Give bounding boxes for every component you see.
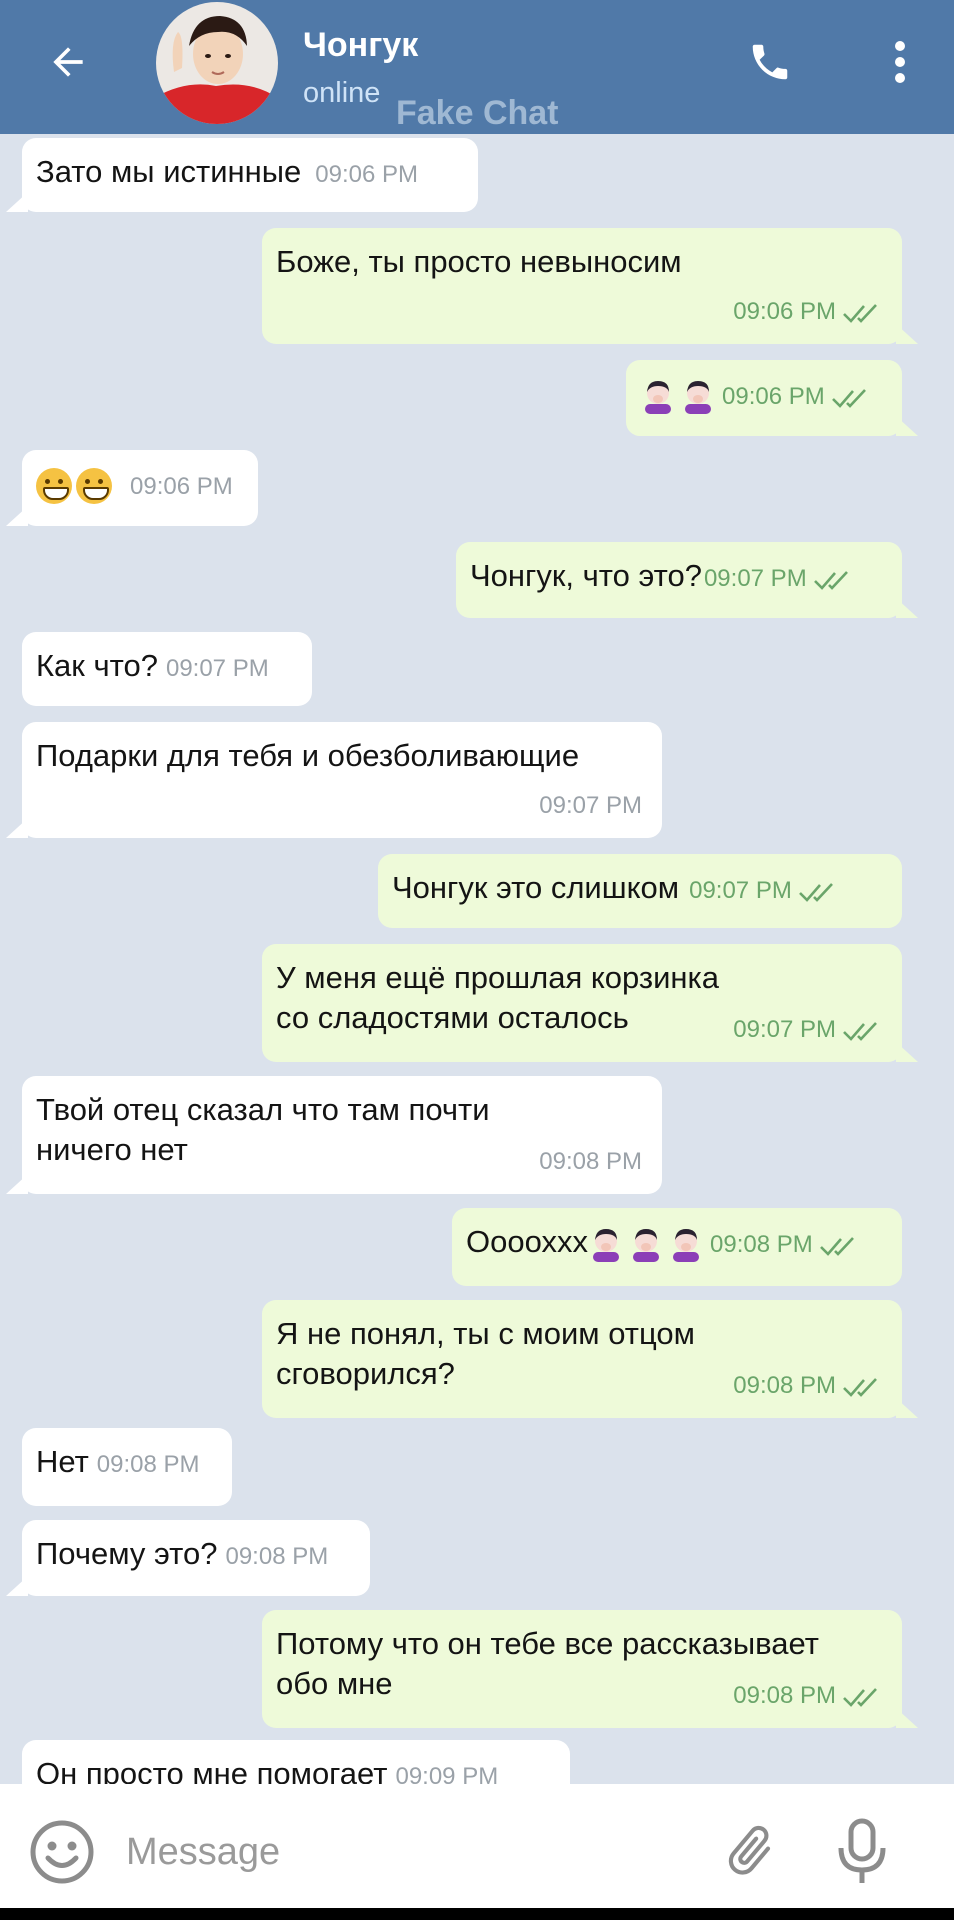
message-incoming[interactable]: Как что? 09:07 PM <box>22 632 312 706</box>
microphone-button[interactable] <box>824 1814 900 1890</box>
message-time: 09:08 PM <box>733 1372 836 1399</box>
watermark: Fake Chat <box>396 94 559 132</box>
arrow-left-icon <box>53 47 83 77</box>
message-incoming[interactable]: Почему это? 09:08 PM <box>6 1520 370 1596</box>
message-time: 09:07 PM <box>703 565 807 592</box>
message-text: Почему это? <box>36 1536 218 1571</box>
message-outgoing[interactable]: Чонгук, что это?09:07 PM <box>456 542 918 618</box>
message-time: 09:08 PM <box>710 1231 813 1258</box>
message-input[interactable] <box>126 1824 686 1880</box>
double-check-icon <box>819 1236 854 1256</box>
message-text: У меня ещё прошлая корзинка со сладостям… <box>276 960 720 1035</box>
message-outgoing[interactable]: Ооооххх 09:08 PM <box>452 1208 902 1286</box>
chat-header: Чонгук online Fake Chat <box>0 0 954 134</box>
message-outgoing[interactable]: Чонгук это слишком 09:07 PM <box>378 854 902 928</box>
message-incoming[interactable]: 09:06 PM <box>6 450 258 526</box>
face-with-hand-over-mouth-icon <box>645 380 671 414</box>
back-button[interactable] <box>36 30 100 94</box>
message-time: 09:07 PM <box>689 877 792 904</box>
message-incoming[interactable]: Он просто мне помогает 09:09 PM <box>22 1740 570 1784</box>
grinning-face-icon <box>36 467 72 504</box>
message-text: Чонгук, что это? <box>470 558 702 593</box>
message-time: 09:06 PM <box>733 298 836 325</box>
face-with-hand-over-mouth-icon <box>685 380 711 414</box>
chat-area[interactable]: Зато мы истинные 09:06 PM Боже, ты просто… <box>0 134 954 1784</box>
face-with-hand-over-mouth-icon <box>633 1228 659 1262</box>
message-incoming[interactable]: Твой отец сказал что там почти ничего не… <box>6 1076 662 1194</box>
message-time: 09:08 PM <box>539 1148 642 1175</box>
more-vertical-icon <box>895 41 905 83</box>
face-with-hand-over-mouth-icon <box>593 1228 619 1262</box>
message-outgoing[interactable]: Я не понял, ты с моим отцом сговорился? … <box>262 1300 918 1418</box>
message-text: Твой отец сказал что там почти ничего не… <box>36 1092 490 1167</box>
face-with-hand-over-mouth-icon <box>673 1228 699 1262</box>
call-button[interactable] <box>738 30 802 94</box>
contact-avatar[interactable] <box>156 2 278 124</box>
paperclip-icon <box>728 1825 771 1875</box>
message-text: Чонгук это слишком <box>392 870 680 905</box>
double-check-icon <box>843 1377 877 1397</box>
message-time: 09:07 PM <box>539 792 642 819</box>
message-text: Подарки для тебя и обезболивающие <box>36 738 580 773</box>
microphone-icon <box>838 1818 886 1883</box>
grinning-face-icon <box>76 467 112 504</box>
contact-status: online <box>303 77 381 109</box>
menu-button[interactable] <box>876 30 924 94</box>
message-time: 09:08 PM <box>96 1451 200 1478</box>
contact-name[interactable]: Чонгук <box>303 26 418 65</box>
message-text: Нет <box>36 1444 89 1479</box>
message-text: Зато мы истинные <box>36 154 302 189</box>
double-check-icon <box>843 1021 877 1041</box>
attach-button[interactable] <box>712 1814 788 1890</box>
double-check-icon <box>813 570 848 590</box>
message-outgoing[interactable]: Потому что он тебе все рассказывает обо … <box>262 1610 918 1728</box>
message-time: 09:06 PM <box>130 473 233 500</box>
message-time: 09:06 PM <box>315 161 419 188</box>
double-check-icon <box>843 303 877 323</box>
double-check-icon <box>831 388 866 408</box>
message-text: Он просто мне помогает <box>36 1756 388 1784</box>
message-time: 09:09 PM <box>395 1763 499 1784</box>
double-check-icon <box>843 1687 877 1707</box>
message-input-bar <box>0 1784 954 1908</box>
message-time: 09:08 PM <box>733 1682 836 1709</box>
message-text: Боже, ты просто невыносим <box>276 244 682 279</box>
message-incoming[interactable]: Нет 09:08 PM <box>22 1428 232 1506</box>
message-outgoing[interactable]: У меня ещё прошлая корзинка со сладостям… <box>262 944 918 1062</box>
message-text: Ооооххх <box>466 1224 588 1259</box>
message-time: 09:07 PM <box>733 1016 836 1043</box>
emoji-button[interactable] <box>28 1818 96 1886</box>
double-check-icon <box>798 882 833 902</box>
message-time: 09:06 PM <box>722 383 825 410</box>
message-outgoing[interactable]: Боже, ты просто невыносим 09:06 PM <box>262 228 918 344</box>
message-time: 09:08 PM <box>225 1543 329 1570</box>
message-incoming[interactable]: Подарки для тебя и обезболивающие 09:07 … <box>6 722 662 838</box>
message-text: Я не понял, ты с моим отцом сговорился? <box>276 1316 695 1391</box>
smiley-icon <box>30 1820 94 1884</box>
message-text: Как что? <box>36 648 158 683</box>
message-outgoing[interactable]: 09:06 PM <box>626 360 918 436</box>
message-time: 09:07 PM <box>165 655 269 682</box>
message-incoming[interactable]: Зато мы истинные 09:06 PM <box>6 138 478 212</box>
phone-icon <box>752 44 788 80</box>
